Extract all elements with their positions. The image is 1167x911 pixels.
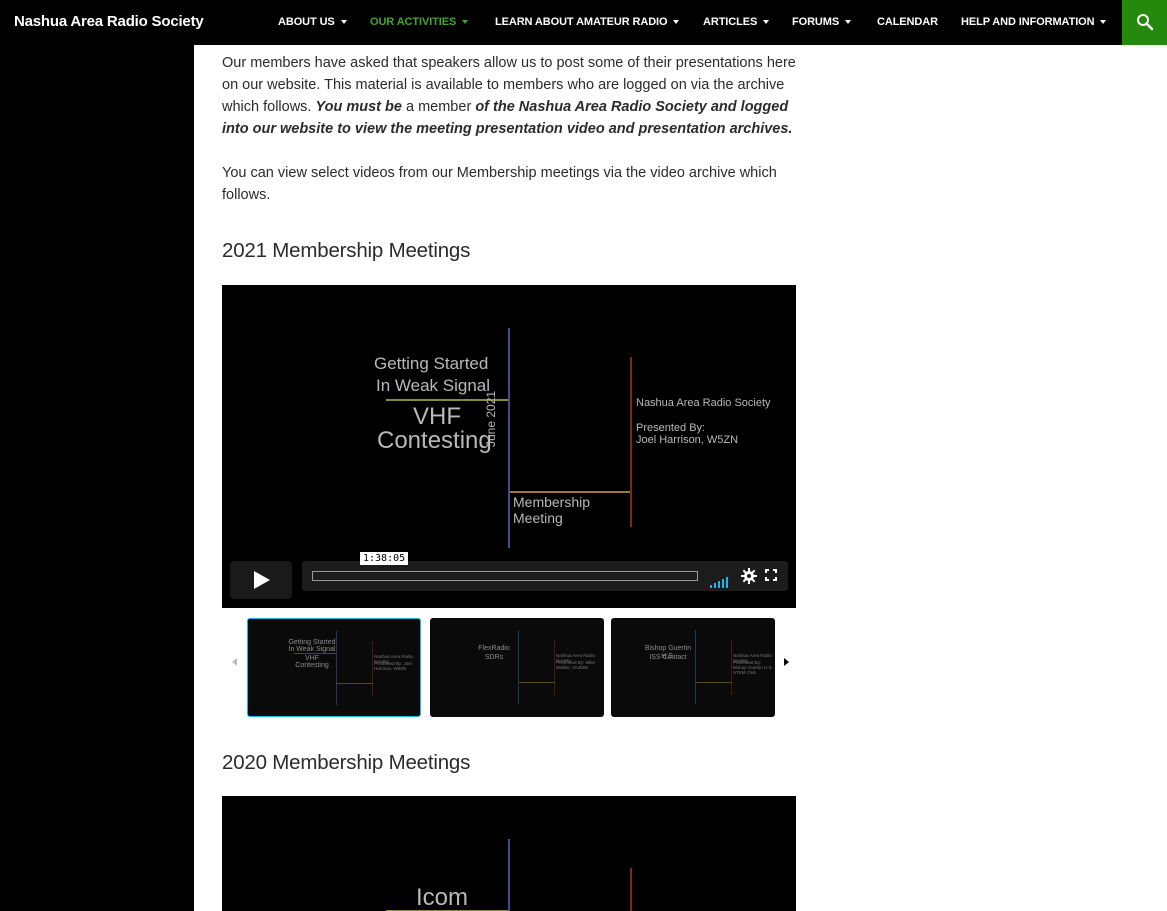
control-bar: 1:38:05 (302, 552, 788, 591)
caret-down-icon (1100, 20, 1107, 24)
fullscreen-icon[interactable] (765, 569, 777, 581)
gear-icon[interactable] (741, 568, 757, 584)
video-date: June 2021 (484, 387, 498, 447)
nav-calendar-label: CALENDAR (877, 16, 938, 28)
search-icon (1137, 14, 1154, 31)
org-divider-red (630, 357, 632, 527)
video-org: Nashua Area Radio Society (636, 397, 771, 409)
prev-arrow-icon[interactable] (232, 658, 237, 666)
player-controls: 1:38:05 (230, 552, 788, 599)
nav-forums-label: FORUMS (792, 16, 840, 28)
thumb-divider (731, 640, 732, 695)
volume-level-1 (710, 585, 712, 588)
site-title[interactable]: Nashua Area Radio Society (14, 13, 204, 30)
video-meeting-line-2: Meeting (513, 510, 563, 526)
video-title-big-2: Contesting (377, 427, 492, 454)
caret-down-icon (763, 20, 770, 24)
volume-level-4 (722, 579, 724, 588)
thumb-title-2: ISS Contact (649, 654, 687, 661)
caret-down-icon (462, 20, 469, 24)
nav-help-and-information[interactable]: HELP AND INFORMATION (961, 16, 1107, 28)
section-heading-2020: 2020 Membership Meetings (222, 751, 471, 774)
video-presented-by: Presented By: (636, 422, 706, 434)
nav-learn-label: LEARN ABOUT AMATEUR RADIO (495, 16, 668, 28)
thumb-divider (518, 630, 519, 704)
nav-articles[interactable]: ARTICLES (703, 16, 770, 28)
nav-our-activities-label: OUR ACTIVITIES (370, 16, 457, 28)
nav-about-us-label: ABOUT US (278, 16, 335, 28)
nav-calendar[interactable]: CALENDAR (877, 16, 938, 28)
volume-level-3 (718, 581, 720, 588)
play-icon (254, 571, 270, 589)
video-date-text: June 2021 (484, 390, 498, 447)
nav-about-us[interactable]: ABOUT US (278, 16, 347, 28)
intro-paragraph: Our members have asked that speakers all… (222, 52, 802, 140)
thumb-divider (696, 682, 732, 683)
thumb-divider (336, 631, 337, 705)
playlist-thumbnail[interactable]: FlexRadio SDRs Nashua Area Radio Society… (430, 618, 604, 717)
video-presenter: Joel Harrison, W5ZN (636, 434, 739, 446)
thumb-title-2: In Weak Signal (288, 646, 336, 653)
video-meeting-line-1: Membership (513, 494, 591, 510)
thumb-divider (695, 630, 696, 704)
playlist-thumbnail[interactable]: Getting Started In Weak Signal VHF Conte… (247, 618, 421, 717)
video-archive-paragraph: You can view select videos from our Memb… (222, 165, 777, 203)
intro-bold-text: You must be (315, 99, 402, 115)
next-arrow-icon[interactable] (784, 658, 789, 666)
caret-down-icon (673, 20, 680, 24)
caret-down-icon (340, 20, 347, 24)
thumb-presenter: Presented By: Mike Walker, VA3MW (556, 660, 596, 670)
video-player-2020[interactable]: Icom (222, 796, 796, 911)
volume-level-2 (714, 583, 716, 588)
search-button[interactable] (1122, 0, 1167, 45)
playlist-thumbnail[interactable]: Bishop Guertin H.S. ISS Contact Nashua A… (611, 618, 775, 717)
thumb-title-4: Contesting (295, 662, 329, 669)
caret-down-icon (845, 20, 852, 24)
volume-icon[interactable] (710, 570, 730, 588)
thumb-divider (519, 682, 555, 683)
video-title-line-2: In Weak Signal (376, 376, 491, 395)
play-button[interactable] (230, 561, 292, 599)
progress-bar[interactable] (312, 571, 698, 581)
site-header: Nashua Area Radio Society ABOUT US OUR A… (0, 0, 1167, 45)
org-divider-red (630, 868, 632, 911)
thumb-divider (372, 641, 373, 696)
video-title-big-1: Icom (416, 884, 469, 911)
thumb-divider (337, 683, 373, 684)
volume-level-5 (726, 577, 728, 588)
timecode-tooltip: 1:38:05 (360, 552, 409, 565)
video-player[interactable]: Getting Started In Weak Signal VHF Conte… (222, 285, 796, 608)
video-playlist: Getting Started In Weak Signal VHF Conte… (222, 618, 796, 718)
nav-forums[interactable]: FORUMS (792, 16, 852, 28)
nav-our-activities[interactable]: OUR ACTIVITIES (370, 16, 469, 28)
video-title-line-1: Getting Started (374, 354, 489, 373)
main-content: Our members have asked that speakers all… (194, 45, 1167, 911)
thumb-title-2: SDRs (484, 654, 504, 661)
title-divider-blue (508, 839, 510, 911)
thumb-title-1: FlexRadio (478, 645, 510, 652)
thumb-divider (554, 640, 555, 695)
meeting-divider-gold (510, 491, 632, 493)
intro-text-mid: a member (401, 99, 476, 115)
thumb-presenter: Presented By: Bishop Guertin H.S. STEM C… (733, 660, 773, 675)
thumb-presenter: Presented By: Joel Harrison, W5ZN (374, 661, 412, 671)
nav-learn-about-amateur-radio[interactable]: LEARN ABOUT AMATEUR RADIO (495, 16, 680, 28)
nav-articles-label: ARTICLES (703, 16, 758, 28)
nav-help-label: HELP AND INFORMATION (961, 16, 1095, 28)
title-divider-blue (508, 328, 510, 548)
section-heading-2021: 2021 Membership Meetings (222, 239, 471, 262)
